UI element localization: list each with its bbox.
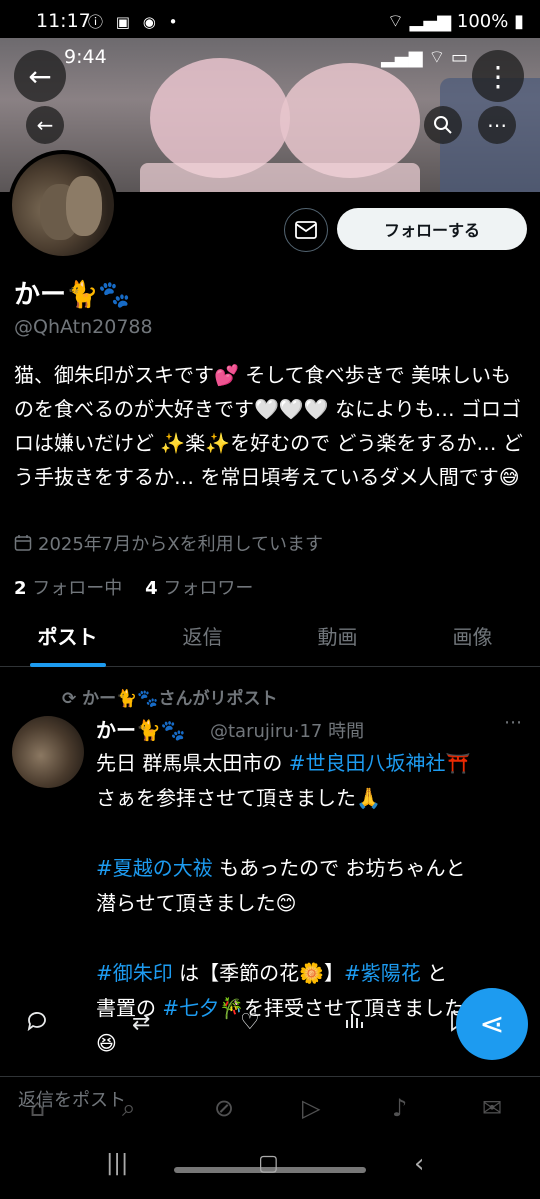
notifications-icon[interactable]: ♪: [392, 1094, 407, 1122]
messages-icon[interactable]: ✉: [482, 1094, 502, 1122]
inner-status-time: 9:44: [64, 46, 107, 68]
arrow-left-icon: ←: [36, 113, 54, 137]
tweet-line: #夏越の大祓 もあったので お坊ちゃんと: [96, 851, 526, 886]
inner-status-icons: ▂▄▆ ⌔ ▭: [381, 47, 468, 68]
horizontal-dots-icon: ⋯: [487, 113, 507, 137]
following-label: フォロー中: [32, 578, 123, 599]
hashtag-link[interactable]: #夏越の大祓: [96, 856, 213, 880]
system-nav-bar: ||| ▢ ‹: [0, 1135, 540, 1199]
search-button[interactable]: [424, 106, 462, 144]
profile-bio: 猫、御朱印がスキです💕 そして食べ歩きで 美味しいものを食べるのが大好きです🤍🤍…: [14, 363, 523, 489]
followers-count: 4: [145, 578, 158, 599]
repost-label: かー🐈🐾さんがリポスト: [82, 689, 278, 709]
recent-apps-icon[interactable]: |||: [106, 1151, 128, 1176]
search-icon: [434, 116, 452, 134]
tab-posts[interactable]: ポスト: [0, 612, 135, 666]
tweet-text: もあったので お坊ちゃんと: [212, 856, 466, 880]
overflow-button[interactable]: ⋯: [478, 106, 516, 144]
tab-media[interactable]: 画像: [405, 612, 540, 666]
tweet-time: 17 時間: [299, 721, 365, 742]
tweet-text: ⛩️: [445, 751, 471, 775]
vertical-dots-icon: ⋮: [484, 59, 512, 93]
tweet-text: 先日 群馬県太田市の: [96, 751, 289, 775]
profile-handle: @QhAtn20788: [14, 316, 153, 338]
share-icon: ⋖: [479, 1006, 505, 1042]
reply-button[interactable]: [26, 1010, 50, 1038]
signal-icon: ▂▄▆: [409, 11, 452, 32]
hashtag-link[interactable]: #御朱印: [96, 961, 173, 985]
tweet-line: 先日 群馬県太田市の #世良田八坂神社⛩️: [96, 746, 526, 781]
tweet-more-button[interactable]: ⋯: [504, 712, 522, 733]
status-bar: 11:17 ⓘ ▣ ◉ • ⌔ ▂▄▆ 100% ▮: [0, 0, 540, 42]
analytics-icon: [346, 1014, 363, 1028]
followers-label: フォロワー: [163, 578, 254, 599]
tweet-text: と: [420, 961, 448, 985]
tab-replies[interactable]: 返信: [135, 612, 270, 666]
repost-indicator: ⟳ かー🐈🐾さんがリポスト: [62, 684, 278, 709]
profile-name: かー🐈🐾: [14, 280, 131, 310]
back-nav-icon[interactable]: ‹: [414, 1149, 424, 1179]
battery-label: 100%: [456, 11, 509, 32]
profile-tabs: ポスト 返信 動画 画像: [0, 612, 540, 667]
profile-avatar[interactable]: [8, 150, 118, 260]
reply-input[interactable]: 返信をポスト: [18, 1086, 126, 1112]
heart-icon: ♡: [240, 1010, 260, 1035]
message-button[interactable]: [284, 208, 328, 252]
retweet-button[interactable]: ⇄: [132, 1010, 150, 1035]
reply-icon: [27, 1012, 46, 1032]
status-time: 11:17: [36, 10, 91, 32]
joined-text: 2025年7月からXを利用しています: [38, 534, 324, 555]
battery-icon: ▮: [514, 11, 524, 32]
more-options-button[interactable]: ⋮: [472, 50, 524, 102]
inner-back-button[interactable]: ←: [26, 106, 64, 144]
arrow-left-icon: ←: [28, 59, 52, 93]
tweet-author-handle: @tarujiru: [210, 721, 294, 742]
tweet-line: #御朱印 は【季節の花🌼】#紫陽花 と: [96, 956, 526, 991]
mail-icon: [295, 221, 317, 239]
following-count: 2: [14, 578, 27, 599]
hashtag-link[interactable]: #世良田八坂神社: [289, 751, 446, 775]
retweet-icon: ⇄: [132, 1010, 151, 1035]
like-button[interactable]: ♡: [240, 1010, 260, 1035]
tweet-author-name[interactable]: かー🐈🐾: [96, 714, 186, 743]
tweet-line: さぁを参拝させて頂きました🙏: [96, 786, 381, 810]
wifi-icon: ⌔: [386, 11, 404, 32]
tweet-text: は【季節の花🌼】: [172, 961, 345, 985]
tweet-avatar[interactable]: [12, 716, 84, 788]
video-icon[interactable]: ▷: [302, 1094, 320, 1122]
hashtag-link[interactable]: #紫陽花: [344, 961, 421, 985]
follow-button[interactable]: フォローする: [337, 208, 527, 250]
status-right: ⌔ ▂▄▆ 100% ▮: [387, 10, 524, 33]
following-link[interactable]: 2 フォロー中: [14, 578, 122, 599]
status-icons: ⓘ ▣ ◉ •: [88, 13, 182, 31]
calendar-icon: [14, 535, 32, 551]
tweet-line: 潜らせて頂きました😊: [96, 891, 297, 915]
followers-link[interactable]: 4 フォロワー: [145, 578, 253, 599]
tweet-author-meta: @tarujiru·17 時間: [210, 721, 365, 742]
follow-counts: 2 フォロー中 4 フォロワー: [14, 574, 253, 600]
grok-icon[interactable]: ⊘: [214, 1094, 234, 1122]
tab-videos[interactable]: 動画: [270, 612, 405, 666]
joined-date: 2025年7月からXを利用しています: [14, 530, 323, 556]
back-button[interactable]: ←: [14, 50, 66, 102]
cat-avatar-image: [12, 154, 114, 256]
views-button[interactable]: [344, 1010, 364, 1036]
horizontal-dots-icon: ⋯: [504, 712, 522, 733]
compose-share-fab[interactable]: ⋖: [456, 988, 528, 1060]
home-button-icon[interactable]: ▢: [258, 1151, 279, 1176]
repost-icon: ⟳: [62, 689, 77, 709]
